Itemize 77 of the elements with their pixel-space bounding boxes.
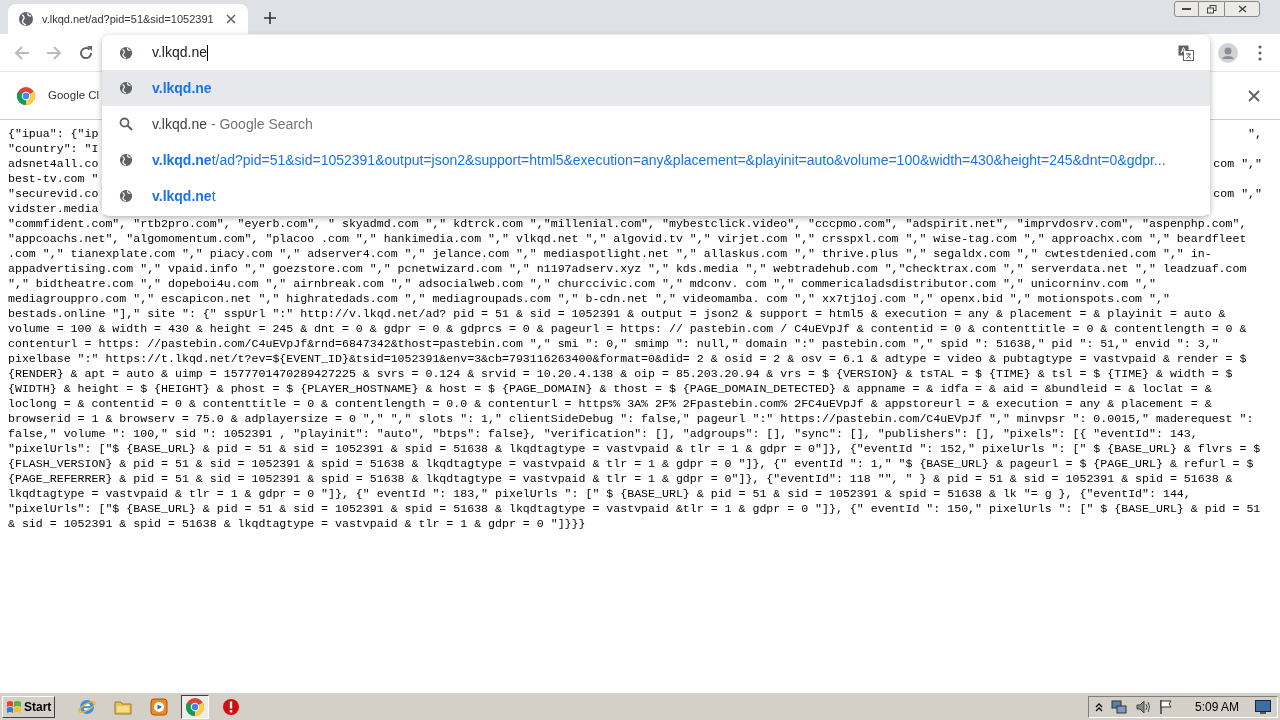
folder-icon <box>114 698 133 715</box>
code-line: appadvertising.com "," vpaid.info "," goezstore.com "," pcnetwizard.com "," n1197adserv.xyz "," kds.media "," webtradehub.com ","checktrax.com "," serverdata.net "," leadzuaf.com <box>8 261 1248 276</box>
close-icon[interactable] <box>226 14 236 24</box>
globe-icon <box>119 153 133 167</box>
browser-e-icon <box>78 697 97 716</box>
code-line: & sid = 1052391 & spid = 51638 & lkqdtagtype = vastvpaid & tlr = 1 & gdpr = 0 "]}}} <box>8 516 587 531</box>
reload-icon[interactable] <box>78 44 94 61</box>
code-line: pixelbase ":" https://t.lkqd.net/t?ev=${EVENT_ID}&tsid=1052391&env=3&cb=793116263400&format=0&did= 2 & osid = 2 & osv = 6.1 & adtype = video & pubtagtype = vastvpaid & render = $ <box>8 351 1248 366</box>
new-tab-icon[interactable] <box>264 12 276 24</box>
code-line: .com "," tianexplate.com "," piacy.com "," adserver4.com "," jelance.com "," mediaspotlight.net "," allaskus.com "," thrive.plus "," segaldx.com "," cwtestdenied.com "," in- <box>8 246 1213 261</box>
speaker-icon[interactable] <box>1134 698 1151 715</box>
suggestion-item[interactable]: v.lkqd.ne - Google Search <box>102 106 1210 142</box>
code-line: {WIDTH} & height = $ {HEIGHT} & phost = $ {PLAYER_HOSTNAME} & host = $ {PAGE_DOMAIN} & thost = $ {PAGE_DOMAIN_DETECTED} & appname = & idfa = & aid = &bundleid = & loclat = & <box>8 381 1213 396</box>
code-line: {"ipua": {"ip <box>8 126 99 141</box>
search-icon <box>119 117 133 131</box>
show-desktop-icon[interactable] <box>1255 699 1271 714</box>
close-window-button[interactable] <box>1224 1 1260 17</box>
code-line: {PAGE_REFERRER} & pid = 51 & sid = 1052391 & spid = 51638 & lkqdtagtype = vastvpaid & tlr = 1 & gdpr = 0"]}, {"eventId": 118 "", " } & pid = 51 & sid = 1052391 & spid = 51638 & <box>8 471 1234 486</box>
globe-icon <box>119 81 133 95</box>
minimize-button[interactable] <box>1174 1 1199 17</box>
restore-icon <box>1206 4 1217 14</box>
code-line: "commfident.com", "rtb2pro.com", "eyerb.com", " skyadmd.com "," kdtrck.com ","millenial.com", "mybestclick.video", "cccpmo.com", "adspirit.net", "imprvdosrv.com", "aspenphp.com", <box>8 216 1248 231</box>
code-line: best-tv.com " <box>8 171 99 186</box>
play-icon <box>150 697 169 716</box>
code-line: "appcoachs.net", "algomomentum.com", "placoo .com "," hankimedia.com "," vlkqd.net "," algovid.tv "," virjet.com "," crsspxl.com "," wise-tag.com "," approachx.com "," beardfleet <box>8 231 1248 246</box>
close-icon <box>1237 5 1247 13</box>
code-line: browserid = 1 & browserv = 75.0 & adplayersize = 0 "," "," slots ": 1," clientSideDebug ": false," pageurl ":" https://pastebin.com/C4uEVpJf "," minvpsr ": 0.0015," maderequest ": <box>8 411 1255 426</box>
tab-title: v.lkqd.net/ad?pid=51&sid=1052391 <box>42 11 215 27</box>
suggestion-url: v.lkqd.net <box>152 186 216 206</box>
code-line: ", <box>1248 126 1262 141</box>
close-icon[interactable] <box>1248 89 1260 102</box>
chrome-icon <box>186 697 205 716</box>
suggestion-item[interactable]: v.lkqd.net <box>102 178 1210 214</box>
minimize-icon <box>1182 7 1191 11</box>
restore-button[interactable] <box>1199 1 1224 17</box>
alert-icon <box>222 697 241 716</box>
code-line: com "," <box>1213 186 1262 201</box>
flag-icon[interactable] <box>1158 698 1173 715</box>
suggestion-suffix: - Google Search <box>209 114 313 134</box>
code-line: "pixelUrls": ["$ {BASE_URL} & pid = 51 & sid = 1052391 & spid = 51638 & lkqdtagtype = vastvpaid & tlr = 1 & gdpr = 0"]}, {"eventId ": 152," pixelUrls ": [" $ {BASE_URL} & flvrs = $ <box>8 441 1262 456</box>
infobar-text: Google Cl <box>48 87 100 103</box>
code-line: mediagrouppro.com "," escapicon.net "," highratedads.com "," mediagroupads.com "," b-cdn.net "," videomamba. com "," xx7tj1oj.com "," openx.bid "," motionspots.com "," <box>8 291 1171 306</box>
suggestion-item[interactable]: v.lkqd.net/ad?pid=51&sid=1052391&output=json2&support=html5&execution=any&placement=&playinit=auto&volume=100&width=430&height=245&dnt=0&gdpr... <box>102 142 1210 178</box>
globe-icon <box>119 189 133 203</box>
code-line: "pixelUrls": ["$ {BASE_URL} & pid = 51 & sid = 1052391 & spid = 51638 & lkqdtagtype = vastvpaid &tlr = 1 & gdpr = 0 "]}, {" eventId ": 150," pixelUrls ": [" $ {BASE_URL} & pid = 51 <box>8 501 1262 516</box>
code-line: false," volume ": 100," sid ": 1052391 , "playinit": "auto", "btps": false}, "verification": [], "adgroups": [], "sync": [], "publishers": [], "pixels": [{ "eventId": 143, <box>8 426 1199 441</box>
chevron-up-icon[interactable] <box>1094 701 1103 712</box>
translate-icon[interactable] <box>1178 44 1194 61</box>
globe-icon <box>119 45 133 60</box>
code-line: volume = 100 & width = 430 & height = 245 & dnt = 0 & gdpr = 0 & gdprcs = 0 & pageurl = https: // pastebin.com / C4uEVpJf & contentid = 0 & contenttitle = 0 & contentlength = 0 & <box>8 321 1248 336</box>
windows-logo-icon <box>6 699 22 714</box>
code-line: bestads.online "]," site ": {" sspUrl ":" http://v.lkqd.net/ad? pid = 51 & sid = 1052391 & output = json2 & support = html5 & execution = any & placement = & playinit = auto & <box>8 306 1227 321</box>
profile-icon[interactable] <box>1218 42 1238 63</box>
code-line: vidster.media <box>8 201 99 216</box>
clock[interactable]: 5:09 AM <box>1194 697 1239 716</box>
taskbar-app[interactable] <box>181 694 210 719</box>
suggestion-url: v.lkqd.net/ad?pid=51&sid=1052391&output=json2&support=html5&execution=any&placement=&playinit=auto&volume=100&width=430&height=245&dnt=0&gdpr... <box>152 150 1166 170</box>
address-field[interactable]: v.lkqd.ne <box>152 42 1178 63</box>
code-line: {RENDER} & apt = auto & uimp = 1577701470289427225 & svrs = 0.124 & srvid = 10.20.4.138 & oip = 85.203.20.94 & vrs = $ {VERSION} & tsTAL = $ {TIME} & tsl = $ {TIME} & width = $ <box>8 366 1234 381</box>
suggestion-query: v.lkqd.ne <box>152 114 207 134</box>
code-line: contenturl = https: //pastebin.com/C4uEVpJf&rnd=6847342&thost=pastebin.com "," smi ": 0," smimp ": null," domain ":" pastebin.com "," spid ": 51638," pid ": 51," envid ": 3," <box>8 336 1220 351</box>
code-line: "," bidtheatre.com "," dopeboi4u.com "," airnbreak.com "," adsocialweb.com "," churccivic.com "," mdconv. com "," commericaladsdistributor.com "," unicorninv.com "," <box>8 276 1157 291</box>
suggestion-url: v.lkqd.ne <box>152 78 212 98</box>
network-icon[interactable] <box>1110 698 1127 715</box>
code-line: adsnet4all.co <box>8 156 99 171</box>
browser-tab[interactable]: v.lkqd.net/ad?pid=51&sid=1052391 <box>8 4 248 34</box>
code-line: loclong = & contentid = 0 & contenttitle = 0 & contentlength = 0.0 & contenturl = https% 3A% 2F% 2Fpastebin.com% 2FC4uEVpJf & appstoreurl = & execution = any & placement = & <box>8 396 1213 411</box>
code-line: "country": "I <box>8 141 99 156</box>
chrome-logo-icon <box>17 86 35 105</box>
code-line: com "," <box>1213 156 1262 171</box>
code-line: lkqdtagtype = vastvpaid & tlr = 1 & gdpr = 0 "]}, {" eventId ": 183," pixelUrls ": [" $ {BASE_URL} & pid = 51 & sid = 1052391 & spid = 51638 & lk "= g }, {"eventId": 144, <box>8 486 1192 501</box>
globe-icon <box>18 11 34 27</box>
suggestion-item[interactable]: v.lkqd.ne <box>102 70 1210 106</box>
menu-icon[interactable] <box>1258 44 1262 61</box>
code-line: "securevid.co <box>8 186 99 201</box>
code-line: {FLASH_VERSION} & pid = 51 & sid = 1052391 & spid = 51638 & lkqdtagtype = vastvpaid & tlr = 1 & gdpr = 0 "]}, {" eventId ": 1," "$ {BASE_URL} & pageurl = $ {PAGE_URL} & refurl = $ <box>8 456 1255 471</box>
start-button[interactable]: Start <box>2 695 56 718</box>
